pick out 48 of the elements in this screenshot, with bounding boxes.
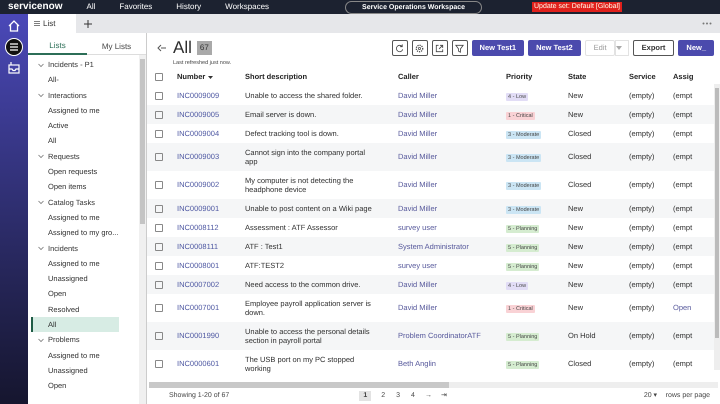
caret-icon bbox=[616, 46, 622, 50]
menu-item[interactable]: Favorites bbox=[119, 1, 152, 13]
chevron-down-icon[interactable] bbox=[38, 153, 44, 160]
collapse-panel-icon[interactable] bbox=[157, 44, 167, 52]
checkbox[interactable] bbox=[155, 332, 163, 340]
panel-tab[interactable]: My Lists bbox=[87, 38, 146, 55]
logo[interactable]: servicenow bbox=[8, 1, 62, 13]
checkbox[interactable] bbox=[155, 110, 163, 119]
checkbox[interactable] bbox=[155, 92, 163, 100]
checkbox[interactable] bbox=[155, 153, 163, 162]
menu-item[interactable]: Workspaces bbox=[225, 1, 270, 13]
export-button[interactable] bbox=[432, 40, 448, 56]
refresh-button[interactable] bbox=[392, 40, 408, 56]
list-title: All bbox=[173, 37, 192, 60]
export-icon bbox=[434, 42, 446, 54]
chevron-down-icon[interactable] bbox=[38, 92, 44, 98]
checkbox[interactable] bbox=[155, 181, 163, 190]
chevron-down-icon[interactable] bbox=[38, 336, 44, 343]
list-icon bbox=[34, 21, 40, 26]
gear-button[interactable] bbox=[412, 40, 428, 56]
checkbox[interactable] bbox=[155, 360, 163, 368]
refresh-icon bbox=[394, 42, 406, 54]
checkbox[interactable] bbox=[155, 224, 163, 232]
panel-tab[interactable]: Lists bbox=[28, 38, 87, 55]
menu-item[interactable]: History bbox=[176, 1, 202, 13]
filter-icon bbox=[454, 42, 466, 54]
menu-item[interactable]: All bbox=[86, 1, 96, 13]
checkbox[interactable] bbox=[155, 262, 163, 270]
filter-button[interactable] bbox=[452, 40, 468, 56]
more-icon[interactable] bbox=[702, 22, 712, 25]
home-icon[interactable] bbox=[7, 19, 21, 33]
checkbox[interactable] bbox=[155, 242, 163, 251]
count-badge: 67 bbox=[196, 41, 212, 55]
tab[interactable]: List bbox=[28, 14, 76, 33]
checkbox[interactable] bbox=[155, 130, 163, 138]
chevron-down-icon[interactable] bbox=[38, 62, 44, 68]
checkbox[interactable] bbox=[155, 204, 163, 213]
checkbox[interactable] bbox=[155, 304, 163, 312]
checkbox[interactable] bbox=[155, 73, 163, 82]
chevron-down-icon[interactable] bbox=[38, 245, 44, 252]
gear-icon bbox=[414, 42, 426, 54]
inbox-icon[interactable] bbox=[7, 61, 21, 75]
list-icon[interactable] bbox=[5, 38, 23, 56]
chevron-down-icon[interactable] bbox=[38, 199, 44, 206]
checkbox[interactable] bbox=[155, 280, 163, 289]
add-tab-icon[interactable] bbox=[84, 20, 92, 28]
dropdown-caret-button[interactable] bbox=[614, 40, 629, 56]
sort-descending-icon[interactable] bbox=[208, 76, 214, 79]
